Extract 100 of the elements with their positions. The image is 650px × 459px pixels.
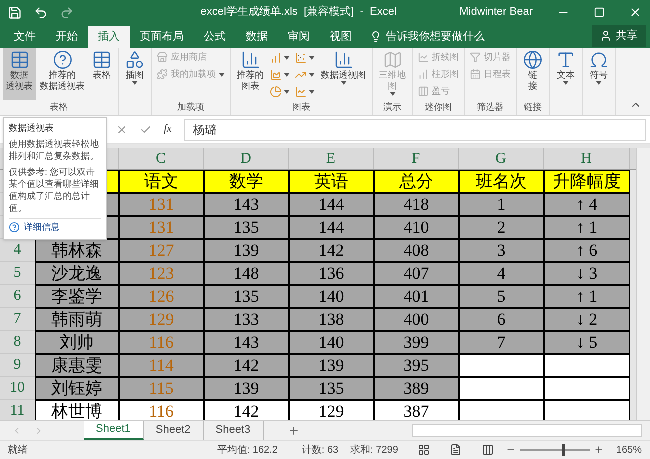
ribbon-button[interactable]: 推荐的 数据透视表 [37,48,88,100]
table-cell: 144 [289,193,374,216]
ribbon-tab[interactable]: 文件 [4,26,46,48]
filter-icon [470,52,481,63]
table-cell: 5 [459,285,544,308]
line-chart-icon [418,52,429,63]
more-info-link[interactable]: 详细信息 [24,221,60,234]
horizontal-scrollbar[interactable] [412,424,642,437]
column-header[interactable]: F [374,148,459,169]
zoom-slider-thumb[interactable] [562,444,566,456]
ribbon-button[interactable]: 推荐的 图表 [234,48,267,100]
text-icon [556,50,576,70]
group-label: 迷你图 [425,101,452,114]
column-header[interactable]: G [459,148,544,169]
group-label: 链接 [524,101,542,114]
table-cell: 127 [119,239,204,262]
ribbon-tab[interactable]: 数据 [236,26,278,48]
zoom-level[interactable]: 165% [616,442,642,458]
table-cell: 142 [204,400,289,420]
row-number[interactable]: 7 [14,309,22,329]
page-break-icon[interactable] [482,444,494,456]
ribbon-tab[interactable]: 视图 [320,26,362,48]
ribbon-button[interactable]: 数据透视图 [318,48,369,100]
caret-icon [390,92,396,96]
ribbon-button[interactable]: 表格 [89,48,115,100]
ribbon-tab[interactable]: 插入 [88,26,130,48]
bar-chart-icon [418,69,429,80]
ribbon-button[interactable]: 链 接 [520,48,546,100]
ribbon-button[interactable]: 符号 [586,48,612,100]
ribbon-button[interactable]: 文本 [553,48,579,100]
table-cell: 韩林森 [35,239,119,262]
group-label: 加载项 [178,101,204,114]
table-cell: 401 [374,285,459,308]
column-header[interactable]: C [119,148,204,169]
tooltip-text: 使用数据透视表轻松地排列和汇总复杂数据。 [9,138,100,162]
close-icon[interactable] [629,6,642,19]
table-icon [10,50,30,70]
tell-me-field[interactable]: 告诉我你想要做什么 [386,28,485,46]
undo-icon[interactable] [34,6,48,20]
table-cell: 129 [119,308,204,331]
function-label[interactable]: fx [164,121,172,138]
table-cell: 英语 [289,170,374,193]
lightbulb-icon [370,31,382,43]
table-cell: 407 [374,262,459,285]
column-header[interactable]: D [204,148,289,169]
table-cell: 116 [119,400,204,420]
column-header[interactable]: E [289,148,374,169]
tooltip-note: 仅供参考: 您可以双击某个值以查看哪些详细值构成了汇总的总计值。 [9,166,100,214]
page-layout-icon[interactable] [450,444,462,456]
table-cell: ↑ 1 [544,216,630,239]
enter-icon[interactable] [140,124,152,136]
caret-icon [219,72,225,76]
row-number[interactable]: 4 [14,240,22,260]
group-label: 表格 [50,101,68,114]
normal-view-icon[interactable] [418,444,430,456]
table-cell: 康惠雯 [35,354,119,377]
cancel-icon[interactable] [116,124,128,136]
table-cell: 沙龙逸 [35,262,119,285]
status-text: 就绪 [8,444,28,458]
ribbon-button[interactable]: 数据 透视表 [3,48,36,100]
help-icon [9,222,20,234]
vertical-scrollbar[interactable] [636,148,650,420]
row-number[interactable]: 8 [14,332,22,352]
add-sheet-icon[interactable] [288,424,300,436]
save-icon[interactable] [8,6,22,20]
table-cell: 李鉴学 [35,285,119,308]
sheet-tab[interactable]: Sheet1 [84,421,144,440]
zoom-in-icon[interactable] [594,445,604,455]
row-number[interactable]: 5 [14,263,22,283]
ribbon-tab[interactable]: 页面布局 [130,26,194,48]
user-name: Midwinter Bear [460,5,533,20]
table-cell: 123 [119,262,204,285]
table-cell: 389 [374,377,459,400]
table-cell: 387 [374,400,459,420]
formula-field[interactable]: 杨璐 [184,118,646,140]
maximize-icon[interactable] [594,7,605,18]
table-cell: ↓ 3 [544,262,630,285]
table-cell: 115 [119,377,204,400]
table-cell: 418 [374,193,459,216]
table-cell: 395 [374,354,459,377]
ribbon-tab[interactable]: 开始 [46,26,88,48]
column-header[interactable]: H [544,148,630,169]
caret-icon [132,81,138,85]
caret-icon [309,56,315,60]
caret-icon [309,90,315,94]
ribbon-tab[interactable]: 审阅 [278,26,320,48]
table-cell: 班名次 [459,170,544,193]
row-number[interactable]: 6 [14,286,22,306]
ribbon-button[interactable]: 插图 [122,48,148,100]
window-title: excel学生成绩单.xls [兼容模式] - Excel [200,4,397,20]
table-cell: 114 [119,354,204,377]
caret-icon [340,81,346,85]
sum-readout: 求和: 7299 [350,444,398,458]
ribbon-tab[interactable]: 公式 [194,26,236,48]
table-cell: 400 [374,308,459,331]
row-number[interactable]: 9 [14,355,22,375]
table-cell: 韩雨萌 [35,308,119,331]
globe-icon [523,50,543,70]
table-cell: 140 [289,285,374,308]
share-button[interactable]: 共享 [592,25,646,47]
